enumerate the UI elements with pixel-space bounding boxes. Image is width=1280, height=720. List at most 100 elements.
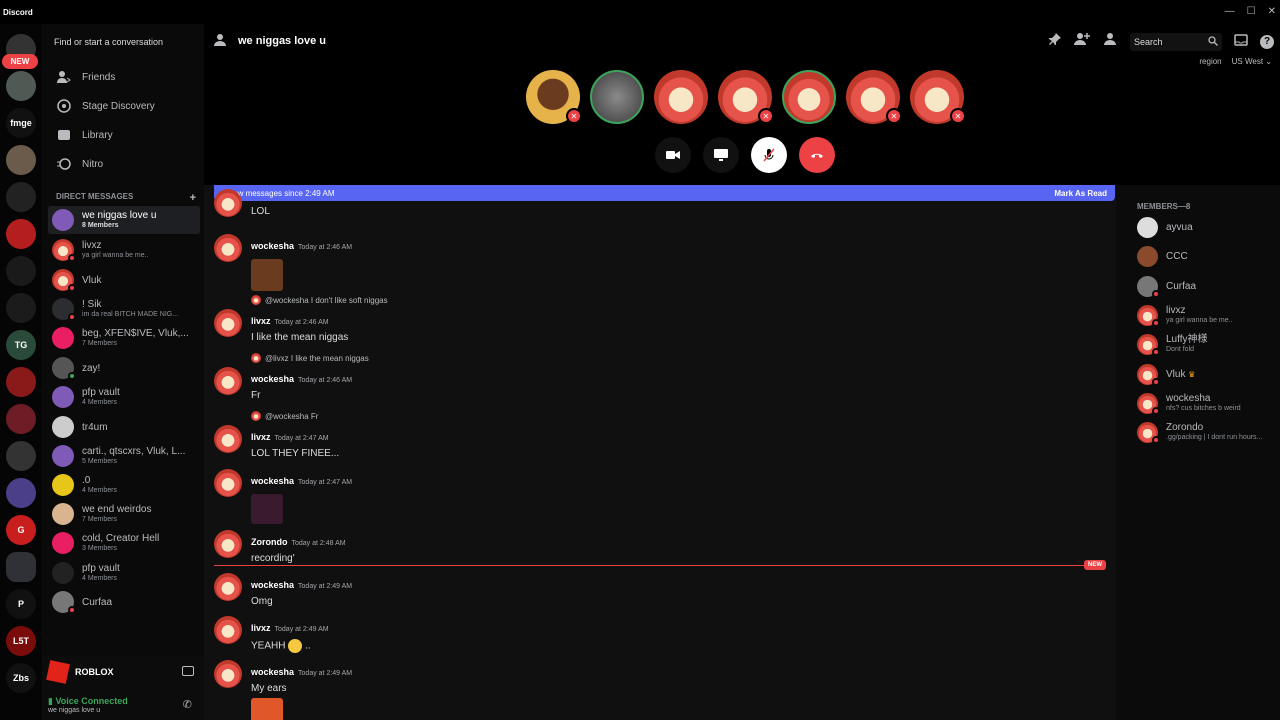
disconnect-icon[interactable]: ✆ <box>183 698 192 711</box>
message-author[interactable]: Zorondo <box>251 537 288 547</box>
nav-library[interactable]: Library <box>48 122 198 148</box>
server-fmge[interactable]: fmge <box>6 108 36 138</box>
call-participant-avatar[interactable]: ✕ <box>910 70 966 124</box>
screen-share-button[interactable] <box>703 137 739 173</box>
member-item[interactable]: Zorondo .gg/packing | I dont run hours... <box>1137 419 1277 445</box>
server-icon[interactable] <box>6 367 36 397</box>
help-icon[interactable]: ? <box>1260 34 1274 49</box>
muted-icon: ✕ <box>758 108 774 124</box>
dm-item[interactable]: .0 4 Members <box>48 471 200 499</box>
image-attachment[interactable] <box>251 494 283 524</box>
sticker-image[interactable] <box>251 698 283 720</box>
message-avatar[interactable] <box>214 425 242 453</box>
dm-item[interactable]: cold, Creator Hell 3 Members <box>48 529 200 557</box>
dm-item[interactable]: carti., qtscxrs, Vluk, L... 5 Members <box>48 442 200 470</box>
message-avatar[interactable] <box>214 616 242 644</box>
call-participant-avatar[interactable] <box>590 70 644 124</box>
new-messages-banner[interactable]: 4 new messages since 2:49 AM Mark As Rea… <box>214 185 1115 201</box>
reply-preview[interactable]: @wockesha I don't like soft niggas <box>251 295 388 305</box>
server-icon[interactable] <box>6 293 36 323</box>
mark-as-read-button[interactable]: Mark As Read <box>1054 189 1107 198</box>
server-icon[interactable] <box>6 404 36 434</box>
member-item[interactable]: CCC <box>1137 243 1277 269</box>
message-author[interactable]: wockesha <box>251 241 294 251</box>
voice-channel-name[interactable]: we niggas love u <box>48 707 100 714</box>
member-list-icon[interactable] <box>1102 32 1118 51</box>
dm-item[interactable]: tr4um <box>48 413 200 441</box>
server-icon[interactable] <box>6 219 36 249</box>
region-selector[interactable]: region US West ⌄ <box>1199 57 1272 66</box>
dm-item[interactable]: zay! <box>48 354 200 382</box>
inbox-icon[interactable] <box>1234 33 1248 51</box>
header-search[interactable]: Search <box>1130 32 1222 51</box>
member-item[interactable]: Luffy神様 Dont fold <box>1137 331 1277 357</box>
dm-item[interactable]: Vluk <box>48 266 200 294</box>
server-p[interactable]: P <box>6 589 36 619</box>
server-icon[interactable] <box>6 71 36 101</box>
message-author[interactable]: wockesha <box>251 476 294 486</box>
reply-preview[interactable]: @wockesha Fr <box>251 411 318 421</box>
call-participant-avatar[interactable] <box>782 70 836 124</box>
dm-item[interactable]: we niggas love u8 Members <box>48 206 200 234</box>
server-zbs[interactable]: Zbs <box>6 663 36 693</box>
message-avatar[interactable] <box>214 573 242 601</box>
dm-name: we end weirdos <box>82 504 152 515</box>
message-avatar[interactable] <box>214 469 242 497</box>
maximize-icon[interactable]: ☐ <box>1247 6 1256 17</box>
message-author[interactable]: livxz <box>251 623 271 633</box>
nav-nitro[interactable]: Nitro <box>48 151 198 177</box>
pin-icon[interactable] <box>1048 32 1062 51</box>
server-icon[interactable] <box>6 256 36 286</box>
dm-item[interactable]: we end weirdos 7 Members <box>48 500 200 528</box>
new-badge[interactable]: NEW <box>2 54 38 69</box>
server-icon[interactable] <box>6 145 36 175</box>
message-author[interactable]: wockesha <box>251 667 294 677</box>
message-avatar[interactable] <box>214 660 242 688</box>
message-avatar[interactable] <box>214 189 242 217</box>
member-item[interactable]: Curfaa <box>1137 273 1277 299</box>
member-item[interactable]: livxz ya girl wanna be me.. <box>1137 302 1277 328</box>
member-item[interactable]: wockesha nfs? cus bitches b weird <box>1137 390 1277 416</box>
dm-item[interactable]: Curfaa <box>48 588 200 616</box>
call-participant-avatar[interactable] <box>654 70 708 124</box>
message-avatar[interactable] <box>214 234 242 262</box>
server-icon[interactable] <box>6 182 36 212</box>
disconnect-call-button[interactable] <box>799 137 835 173</box>
add-friend-icon[interactable] <box>1074 32 1090 51</box>
dm-item[interactable]: livxz ya girl wanna be me.. <box>48 236 200 264</box>
call-participant-avatar[interactable]: ✕ <box>526 70 582 124</box>
server-g[interactable]: G <box>6 515 36 545</box>
dm-item[interactable]: pfp vault 4 Members <box>48 559 200 587</box>
message-author[interactable]: wockesha <box>251 580 294 590</box>
camera-button[interactable] <box>655 137 691 173</box>
nav-stage-discovery[interactable]: Stage Discovery <box>48 93 198 119</box>
message-avatar[interactable] <box>214 530 242 558</box>
call-participant-avatar[interactable]: ✕ <box>718 70 774 124</box>
message-author[interactable]: livxz <box>251 432 271 442</box>
search-input[interactable]: Find or start a conversation <box>50 32 196 52</box>
server-l5t[interactable]: L5T <box>6 626 36 656</box>
dm-item[interactable]: ! Sik im da real BITCH MADE NIG... <box>48 295 200 323</box>
mute-button[interactable] <box>751 137 787 173</box>
add-dm-icon[interactable]: + <box>190 192 196 204</box>
server-tg[interactable]: TG <box>6 330 36 360</box>
dm-item[interactable]: beg, XFEN$IVE, Vluk,... 7 Members <box>48 324 200 352</box>
member-item[interactable]: Vluk ♛ <box>1137 361 1277 387</box>
minimize-icon[interactable]: — <box>1225 6 1235 17</box>
reply-preview[interactable]: @livxz I like the mean niggas <box>251 353 369 363</box>
image-attachment[interactable] <box>251 259 283 291</box>
server-icon[interactable] <box>6 478 36 508</box>
message-timestamp: Today at 2:46 AM <box>298 377 353 384</box>
call-participant-avatar[interactable]: ✕ <box>846 70 902 124</box>
close-icon[interactable]: ✕ <box>1268 6 1276 17</box>
dm-item[interactable]: pfp vault 4 Members <box>48 383 200 411</box>
message-avatar[interactable] <box>214 309 242 337</box>
message-avatar[interactable] <box>214 367 242 395</box>
server-folder-icon[interactable] <box>6 552 36 582</box>
screen-share-icon[interactable] <box>182 666 194 676</box>
server-icon[interactable] <box>6 441 36 471</box>
nav-friends[interactable]: Friends <box>48 64 198 90</box>
member-item[interactable]: ayvua <box>1137 214 1277 240</box>
message-author[interactable]: wockesha <box>251 374 294 384</box>
message-author[interactable]: livxz <box>251 316 271 326</box>
